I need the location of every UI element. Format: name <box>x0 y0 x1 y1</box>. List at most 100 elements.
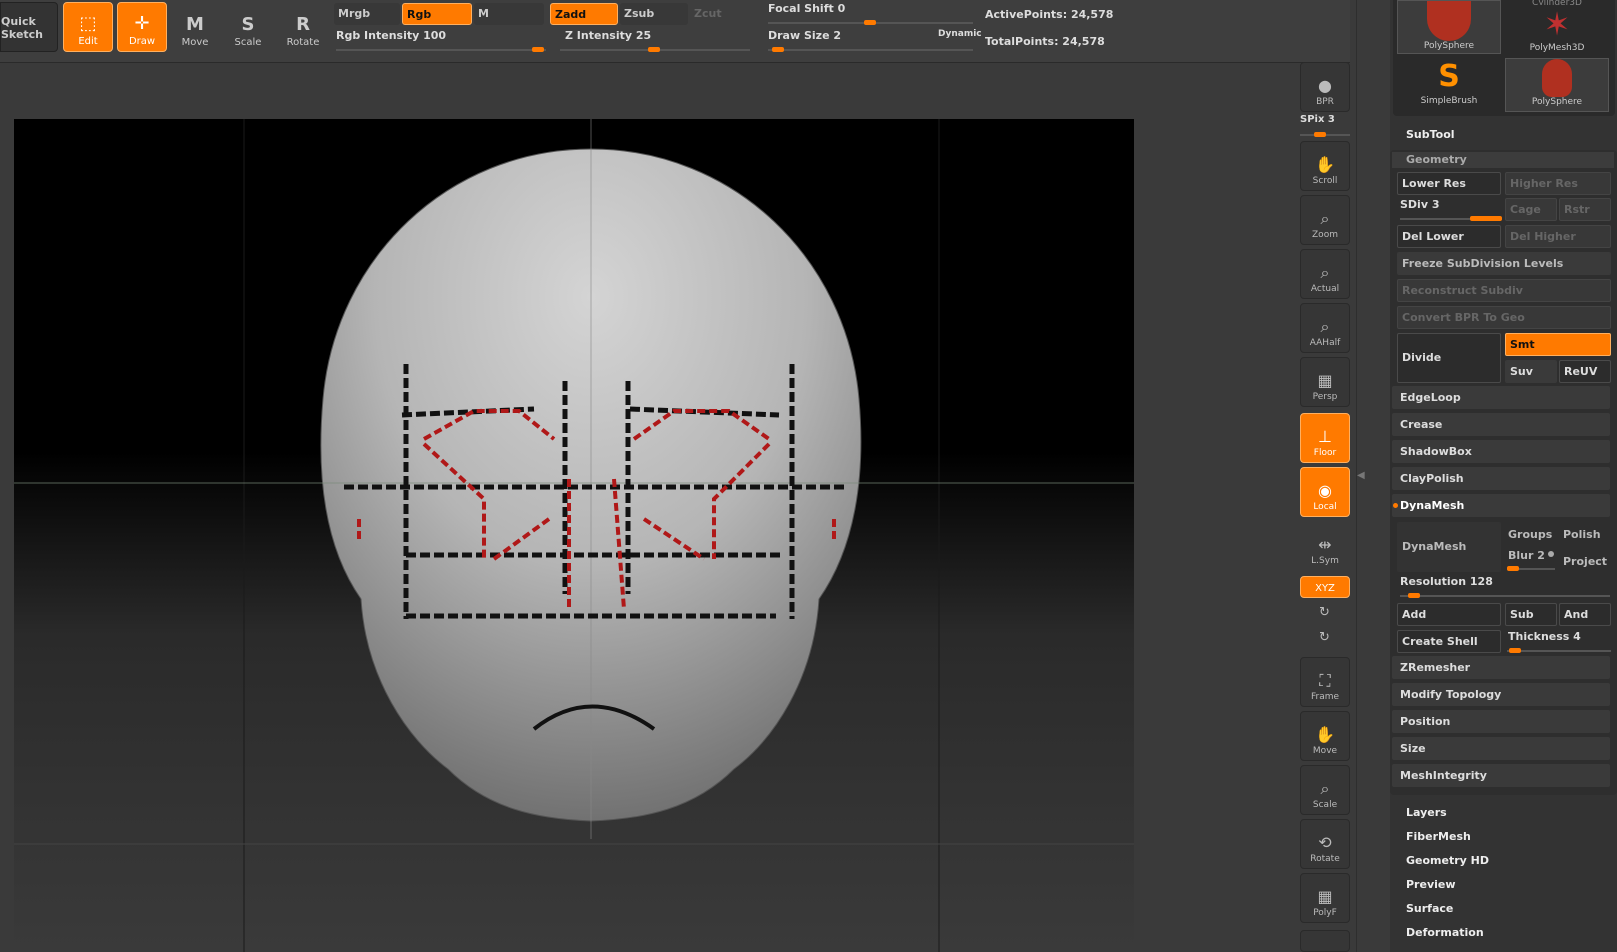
focal-shift-slider[interactable] <box>768 20 973 25</box>
rotate-view-button[interactable]: ⟲ Rotate <box>1300 819 1350 869</box>
add-button[interactable]: Add <box>1397 603 1501 626</box>
surface-header[interactable]: Surface <box>1406 902 1453 915</box>
local-icon: ◉ <box>1318 481 1332 500</box>
higher-res-button[interactable]: Higher Res <box>1505 172 1611 195</box>
del-lower-button[interactable]: Del Lower <box>1397 225 1501 248</box>
rgb-toggle[interactable]: Rgb <box>402 3 472 25</box>
scale-button[interactable]: S Scale <box>223 2 273 52</box>
edit-button[interactable]: ⬚ Edit <box>63 2 113 52</box>
zsub-toggle[interactable]: Zsub <box>620 3 688 25</box>
lower-res-button[interactable]: Lower Res <box>1397 172 1501 195</box>
star-icon: ✶ <box>1543 5 1571 43</box>
deformation-header[interactable]: Deformation <box>1406 926 1484 939</box>
scale-view-button[interactable]: ⌕ Scale <box>1300 765 1350 815</box>
lsym-button[interactable]: ⇹ L.Sym <box>1300 521 1350 571</box>
spix-knob[interactable] <box>1314 132 1326 137</box>
polyf-button[interactable]: ▦ PolyF <box>1300 873 1350 923</box>
aahalf-button[interactable]: ⌕ AAHalf <box>1300 303 1350 353</box>
crease-section[interactable]: Crease <box>1392 413 1610 436</box>
rotate-button[interactable]: R Rotate <box>278 2 328 52</box>
reuv-button[interactable]: ReUV <box>1559 360 1611 383</box>
canvas-viewport[interactable] <box>14 119 1134 952</box>
geometry-hd-header[interactable]: Geometry HD <box>1406 854 1489 867</box>
move-view-button[interactable]: ✋ Move <box>1300 711 1350 761</box>
draw-size-slider[interactable] <box>768 47 973 52</box>
zoom-button[interactable]: ⌕ Zoom <box>1300 195 1350 245</box>
rotate-icon: R <box>296 14 310 35</box>
zcut-toggle[interactable]: Zcut <box>690 3 750 25</box>
meshintegrity-section[interactable]: MeshIntegrity <box>1392 764 1610 787</box>
focal-shift-knob[interactable] <box>864 20 876 25</box>
sdiv-knob[interactable] <box>1470 216 1502 221</box>
del-higher-button[interactable]: Del Higher <box>1505 225 1611 248</box>
rotate-y-icon[interactable]: ↻ <box>1319 605 1330 620</box>
spix-slider[interactable] <box>1300 132 1350 137</box>
sub-button[interactable]: Sub <box>1505 603 1557 626</box>
brush-polysphere-1[interactable]: PolySphere <box>1397 0 1501 54</box>
convert-bpr-button[interactable]: Convert BPR To Geo <box>1397 306 1611 329</box>
local-button[interactable]: ◉ Local <box>1300 467 1350 517</box>
blur-knob[interactable] <box>1507 566 1519 571</box>
bpr-label: BPR <box>1316 97 1334 107</box>
bpr-button[interactable]: ● BPR <box>1300 62 1350 112</box>
resolution-knob[interactable] <box>1408 593 1420 598</box>
quick-sketch-button[interactable]: Quick Sketch <box>0 2 58 52</box>
groups-toggle[interactable]: Groups <box>1508 528 1552 541</box>
move-button[interactable]: M Move <box>170 2 220 52</box>
brush-simplebrush[interactable]: S SimpleBrush <box>1397 58 1501 112</box>
fibermesh-header[interactable]: FiberMesh <box>1406 830 1471 843</box>
draw-button[interactable]: ✛ Draw <box>117 2 167 52</box>
project-toggle[interactable]: Project <box>1563 555 1607 568</box>
shadowbox-section[interactable]: ShadowBox <box>1392 440 1610 463</box>
claypolish-section[interactable]: ClayPolish <box>1392 467 1610 490</box>
blur-slider[interactable] <box>1507 566 1555 571</box>
and-button[interactable]: And <box>1559 603 1611 626</box>
rotate-z-icon[interactable]: ↻ <box>1319 630 1330 645</box>
mrgb-toggle[interactable]: Mrgb <box>334 3 400 25</box>
thickness-knob[interactable] <box>1509 648 1521 653</box>
position-section[interactable]: Position <box>1392 710 1610 733</box>
freeze-subdiv-button[interactable]: Freeze SubDivision Levels <box>1397 252 1611 275</box>
sdiv-slider[interactable] <box>1400 216 1502 221</box>
sculpt-canvas[interactable] <box>14 119 1134 952</box>
divide-button[interactable]: Divide <box>1397 333 1501 383</box>
xyz-button[interactable]: XYZ <box>1300 576 1350 598</box>
subtool-header[interactable]: SubTool <box>1406 128 1455 141</box>
dynamesh-section[interactable]: DynaMesh <box>1392 494 1610 517</box>
frame-button[interactable]: ⛶ Frame <box>1300 657 1350 707</box>
suv-toggle[interactable]: Suv <box>1505 360 1557 383</box>
floor-button[interactable]: ⊥ Floor <box>1300 413 1350 463</box>
thickness-slider[interactable] <box>1507 648 1611 653</box>
brush-polymesh3d[interactable]: Cylinder3D ✶ PolyMesh3D <box>1505 0 1609 54</box>
size-section[interactable]: Size <box>1392 737 1610 760</box>
geometry-header[interactable]: Geometry <box>1392 152 1614 168</box>
brush-polysphere-2[interactable]: PolySphere <box>1505 58 1609 112</box>
transp-button[interactable] <box>1300 930 1350 952</box>
reconstruct-subdiv-button[interactable]: Reconstruct Subdiv <box>1397 279 1611 302</box>
zadd-toggle[interactable]: Zadd <box>550 3 618 25</box>
preview-header[interactable]: Preview <box>1406 878 1456 891</box>
zremesher-section[interactable]: ZRemesher <box>1392 656 1610 679</box>
z-intensity-knob[interactable] <box>648 47 660 52</box>
z-intensity-slider[interactable] <box>560 47 750 52</box>
modify-topology-section[interactable]: Modify Topology <box>1392 683 1610 706</box>
persp-button[interactable]: ▦ Persp <box>1300 357 1350 407</box>
rgb-intensity-slider[interactable] <box>336 47 546 52</box>
smt-toggle[interactable]: Smt <box>1505 333 1611 356</box>
rgb-intensity-knob[interactable] <box>532 47 544 52</box>
layers-header[interactable]: Layers <box>1406 806 1447 819</box>
dynamic-toggle[interactable]: Dynamic <box>938 29 982 39</box>
edgeloop-section[interactable]: EdgeLoop <box>1392 386 1610 409</box>
create-shell-button[interactable]: Create Shell <box>1397 630 1501 653</box>
scroll-button[interactable]: ✋ Scroll <box>1300 141 1350 191</box>
draw-size-knob[interactable] <box>772 47 784 52</box>
cage-button[interactable]: Cage <box>1505 198 1557 221</box>
actual-button[interactable]: ⌕ Actual <box>1300 249 1350 299</box>
dynamesh-button[interactable]: DynaMesh <box>1397 522 1501 572</box>
rstr-button[interactable]: Rstr <box>1559 198 1611 221</box>
m-toggle[interactable]: M <box>474 3 544 25</box>
simplebrush-icon: S <box>1438 59 1460 94</box>
collapse-arrow-icon[interactable]: ◀ <box>1357 470 1365 481</box>
resolution-slider[interactable] <box>1400 593 1610 598</box>
polish-toggle[interactable]: Polish <box>1563 528 1601 541</box>
